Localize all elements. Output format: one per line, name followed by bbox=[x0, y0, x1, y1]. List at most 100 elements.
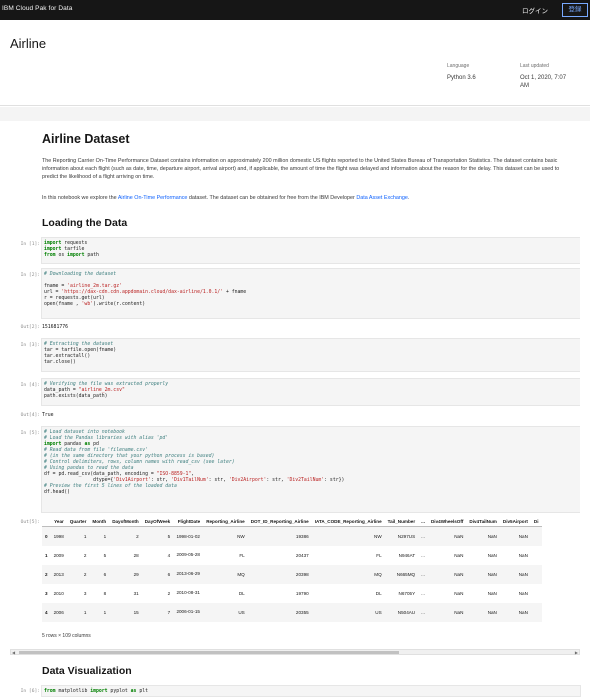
table-cell: N946AT bbox=[398, 552, 416, 558]
table-cell: N6705Y bbox=[398, 590, 416, 596]
table-cell: 1 bbox=[89, 526, 110, 546]
code-cell-download[interactable]: # Downloading the dataset fname = 'airli… bbox=[41, 268, 580, 319]
top-navigation-bar: IBM Cloud Pak for Data ログイン 登録 bbox=[0, 0, 590, 20]
table-cell: 2009 bbox=[53, 552, 64, 558]
code-cell-imports[interactable]: import requests import tarfile from os i… bbox=[41, 237, 580, 264]
table-cell: ... bbox=[421, 552, 425, 558]
brand-name[interactable]: IBM Cloud Pak for Data bbox=[2, 5, 72, 12]
table-cell: 6 bbox=[141, 564, 174, 584]
code-line: # Preview the first 5 lines of the loade… bbox=[44, 484, 177, 489]
table-cell bbox=[530, 602, 542, 622]
code-line: import requests bbox=[44, 241, 88, 246]
table-row: 4 2006 1 1 15 7 2006-01-15 US 20355 US N504AU... Na… bbox=[42, 602, 542, 622]
code-line: tar.close() bbox=[44, 360, 76, 365]
table-cell: 19790 bbox=[295, 590, 309, 596]
column-header: DayofMonth bbox=[109, 517, 142, 527]
table-cell: 1998-01-02 bbox=[173, 526, 204, 546]
scrollbar-thumb[interactable] bbox=[19, 651, 399, 654]
table-cell: MQ bbox=[311, 564, 385, 584]
code-line: # Using pandas to read the data bbox=[44, 466, 134, 471]
intro-paragraph: The Reporting Carrier On-Time Performanc… bbox=[42, 158, 560, 181]
table-cell: 1 bbox=[89, 602, 110, 622]
table-cell: ... bbox=[418, 564, 428, 584]
notebook-viewer: Airline Dataset The Reporting Carrier On… bbox=[10, 121, 580, 661]
code-line: tar = tarfile.open(fname) bbox=[44, 348, 117, 353]
code-line: r = requests.get(url) bbox=[44, 296, 105, 301]
cell-prompt: In [4]: bbox=[20, 383, 40, 388]
table-cell bbox=[530, 526, 542, 546]
output-verify: True bbox=[42, 413, 54, 418]
column-header: Year bbox=[50, 517, 67, 527]
last-updated-value-line2: AM bbox=[520, 83, 529, 89]
table-cell: MQ bbox=[203, 564, 248, 584]
cell-prompt: In [6]: bbox=[20, 689, 40, 694]
table-cell: 2 bbox=[66, 564, 90, 584]
code-line: path.exists(data_path) bbox=[44, 394, 108, 399]
output-prompt: Out[4]: bbox=[20, 413, 40, 418]
code-line: data_path = "airline_2m.csv" bbox=[44, 388, 125, 393]
code-line: import tarfile bbox=[44, 247, 85, 252]
row-index: 0 bbox=[42, 526, 51, 546]
output-download-size: 151681776 bbox=[42, 325, 68, 330]
table-cell bbox=[531, 584, 542, 603]
code-line: df = pd.read_csv(data_path, encoding = "… bbox=[44, 472, 195, 477]
table-cell: 2009-05-28 bbox=[176, 552, 200, 558]
dataframe-preview-table: Year Quarter Month DayofMonth DayOfWeek Fligh… bbox=[42, 517, 542, 622]
table-cell: 20398 bbox=[247, 564, 312, 584]
table-cell: 2 bbox=[109, 526, 142, 546]
column-header: Div4TailNum bbox=[466, 517, 500, 527]
output-prompt: Out[2]: bbox=[20, 325, 40, 330]
table-row: 3 2010 3 8 31 2 2010-08-31 DL 19790 DL N6705Y... Na… bbox=[42, 584, 542, 603]
code-line: # Verifying the file was extracted prope… bbox=[44, 382, 169, 387]
signup-button[interactable]: 登録 bbox=[562, 3, 588, 17]
table-cell: 3 bbox=[83, 590, 87, 596]
table-cell: ... bbox=[418, 526, 428, 546]
explore-paragraph: In this notebook we explore the Airline … bbox=[42, 194, 572, 202]
table-row: 0 1998 1 1 2 5 1998-01-02 NW 19386 NW N297US... NaN… bbox=[42, 526, 542, 546]
table-cell: NaN bbox=[499, 564, 531, 584]
data-asset-exchange-link[interactable]: Data Asset Exchange bbox=[356, 195, 408, 201]
table-cell: NaN bbox=[487, 552, 497, 558]
table-cell: NaN bbox=[518, 552, 528, 558]
code-line: fname = 'airline_2m.tar.gz' bbox=[44, 284, 122, 289]
code-cell-matplotlib[interactable]: from matplotlib import pyplot as plt bbox=[41, 685, 581, 697]
table-cell: 20437 bbox=[295, 552, 309, 558]
output-prompt: Out[5]: bbox=[20, 520, 40, 525]
table-cell: NaN bbox=[427, 602, 467, 622]
table-cell: NW bbox=[311, 526, 385, 546]
table-cell: NaN bbox=[466, 526, 500, 546]
code-line: from os import path bbox=[44, 253, 99, 258]
table-cell: 6 bbox=[89, 564, 110, 584]
cell-prompt: In [3]: bbox=[20, 343, 40, 348]
column-header: Quarter bbox=[66, 517, 90, 527]
table-cell: 2 bbox=[83, 552, 87, 558]
table-cell: NaN bbox=[427, 526, 467, 546]
code-cell-load-dataset[interactable]: # Load dataset into notebook # Load the … bbox=[41, 426, 580, 513]
table-cell: NaN bbox=[427, 564, 467, 584]
cell-prompt: In [5]: bbox=[20, 431, 40, 436]
section-heading-visualization: Data Visualization bbox=[42, 665, 132, 677]
table-cell: 2006-01-15 bbox=[173, 602, 204, 622]
login-link[interactable]: ログイン bbox=[522, 5, 548, 15]
airline-dataset-link[interactable]: Airline On-Time Performance bbox=[118, 195, 188, 201]
table-cell: 2010 bbox=[53, 590, 64, 596]
column-header: DayOfWeek bbox=[141, 517, 174, 527]
column-header: Reporting_Airline bbox=[203, 517, 248, 527]
row-index: 2 bbox=[42, 564, 51, 584]
code-cell-verify[interactable]: # Verifying the file was extracted prope… bbox=[41, 378, 580, 406]
table-cell: 15 bbox=[109, 602, 142, 622]
table-cell: NaN bbox=[466, 564, 500, 584]
code-cell-extract[interactable]: # Extracting the dataset tar = tarfile.o… bbox=[41, 338, 580, 372]
scroll-right-icon[interactable]: ▶ bbox=[575, 650, 578, 655]
code-line: open(fname , 'wb').write(r.content) bbox=[44, 302, 146, 307]
table-cell: 8 bbox=[103, 590, 107, 596]
header-spacer bbox=[0, 107, 590, 121]
table-cell: 4 bbox=[167, 552, 171, 558]
scroll-left-icon[interactable]: ◀ bbox=[12, 650, 15, 655]
table-cell: 19386 bbox=[247, 526, 312, 546]
cell-prompt: In [1]: bbox=[20, 242, 40, 247]
horizontal-scrollbar[interactable]: ◀ ▶ bbox=[10, 649, 580, 655]
column-header bbox=[42, 517, 51, 527]
table-cell: 1998 bbox=[50, 526, 67, 546]
table-cell: 1 bbox=[66, 526, 90, 546]
